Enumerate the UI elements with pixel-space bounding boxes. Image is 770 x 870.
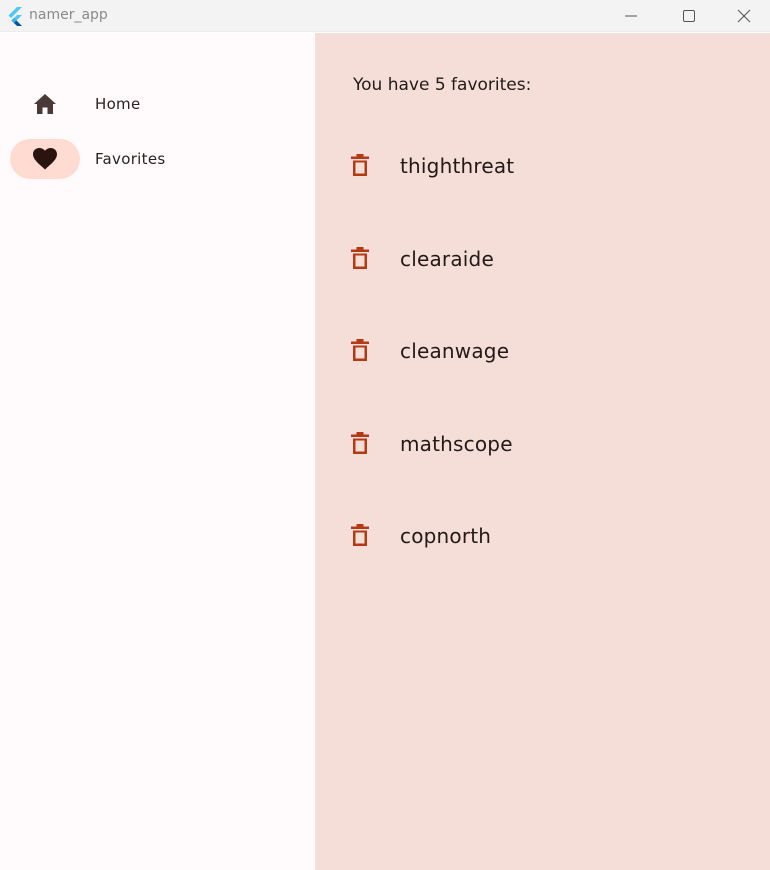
flutter-logo-icon — [8, 7, 22, 26]
minimize-button[interactable] — [602, 0, 660, 32]
nav-label-home: Home — [95, 95, 141, 113]
favorite-word: clearaide — [400, 247, 494, 271]
nav-item-home[interactable]: Home — [10, 84, 270, 124]
delete-icon — [351, 339, 369, 361]
maximize-icon — [683, 10, 695, 22]
favorites-count-text: You have 5 favorites: — [353, 75, 532, 95]
heart-icon — [33, 148, 57, 170]
close-button[interactable] — [718, 0, 770, 32]
nav-item-favorites[interactable]: Favorites — [10, 139, 270, 179]
list-item: clearaide — [315, 230, 770, 286]
delete-button[interactable] — [340, 145, 380, 185]
list-item: mathscope — [315, 415, 770, 471]
delete-icon — [351, 247, 369, 269]
window-title: namer_app — [29, 7, 108, 23]
favorite-word: copnorth — [400, 524, 492, 548]
delete-button[interactable] — [340, 423, 380, 463]
list-item: copnorth — [315, 507, 770, 563]
maximize-button[interactable] — [660, 0, 718, 32]
home-icon — [34, 94, 56, 114]
list-item: cleanwage — [315, 322, 770, 378]
delete-button[interactable] — [340, 515, 380, 555]
list-item: thighthreat — [315, 137, 770, 193]
delete-button[interactable] — [340, 330, 380, 370]
favorite-word: mathscope — [400, 432, 513, 456]
navigation-rail: Home Favorites — [0, 33, 315, 870]
close-icon — [737, 9, 751, 23]
nav-label-favorites: Favorites — [95, 150, 166, 168]
delete-icon — [351, 432, 369, 454]
favorite-word: cleanwage — [400, 339, 510, 363]
delete-icon — [351, 524, 369, 546]
minimize-icon — [625, 15, 637, 17]
favorite-word: thighthreat — [400, 154, 515, 178]
delete-icon — [351, 154, 369, 176]
title-bar[interactable]: namer_app — [0, 0, 770, 32]
app-window: namer_app Home Favorites You have 5 favo… — [0, 0, 770, 870]
favorites-page: You have 5 favorites: thighthreat cleara… — [315, 33, 770, 870]
delete-button[interactable] — [340, 238, 380, 278]
